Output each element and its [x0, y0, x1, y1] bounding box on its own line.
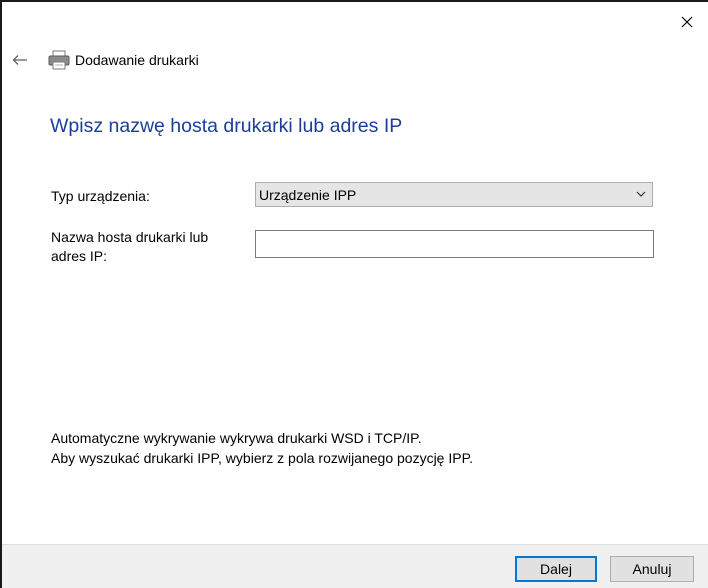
window-edge-left — [0, 0, 2, 588]
window-title: Dodawanie drukarki — [75, 52, 199, 68]
device-type-label: Typ urządzenia: — [51, 188, 150, 204]
dialog-footer — [2, 544, 708, 588]
info-text: Automatyczne wykrywanie wykrywa drukarki… — [51, 428, 473, 468]
host-label: Nazwa hosta drukarki lub adres IP: — [51, 228, 208, 266]
next-button[interactable]: Dalej — [515, 556, 597, 582]
host-input[interactable] — [255, 230, 654, 258]
cancel-button[interactable]: Anuluj — [610, 556, 694, 582]
close-button[interactable] — [666, 6, 708, 38]
info-line-2: Aby wyszukać drukarki IPP, wybierz z pol… — [51, 450, 474, 466]
window-edge-top — [0, 0, 708, 2]
device-type-value: Urządzenie IPP — [259, 186, 357, 203]
printer-icon — [48, 50, 70, 70]
device-type-dropdown[interactable]: Urządzenie IPP — [255, 182, 653, 207]
close-icon — [681, 16, 693, 28]
host-label-line1: Nazwa hosta drukarki lub — [51, 229, 209, 245]
page-title: Wpisz nazwę hosta drukarki lub adres IP — [50, 115, 403, 137]
info-line-1: Automatyczne wykrywanie wykrywa drukarki… — [51, 430, 422, 446]
back-button[interactable] — [8, 48, 32, 72]
back-arrow-icon — [12, 55, 27, 65]
host-label-line2: adres IP: — [51, 248, 108, 264]
chevron-down-icon — [636, 191, 646, 197]
